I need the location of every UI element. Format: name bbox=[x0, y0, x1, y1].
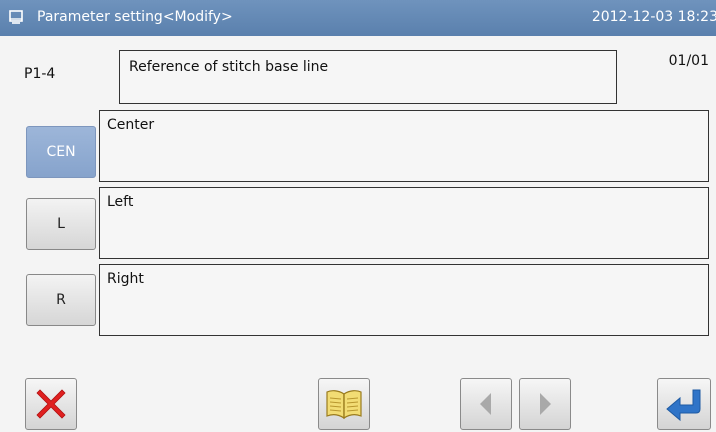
option-left-text: Left bbox=[107, 194, 134, 210]
enter-arrow-icon bbox=[666, 389, 701, 422]
triangle-left-icon bbox=[480, 393, 491, 415]
book-icon bbox=[326, 390, 362, 420]
option-right-button[interactable]: R bbox=[26, 274, 96, 326]
parameter-name: Reference of stitch base line bbox=[119, 50, 617, 104]
window-title: Parameter setting<Modify> bbox=[37, 9, 233, 25]
cancel-button[interactable] bbox=[25, 378, 77, 430]
parameter-id: P1-4 bbox=[24, 66, 56, 82]
close-x-icon bbox=[36, 389, 66, 419]
date-time: 2012-12-03 18:23 bbox=[591, 9, 716, 25]
option-left-description[interactable]: Left bbox=[99, 187, 709, 259]
manual-button[interactable] bbox=[318, 378, 370, 430]
option-left-button[interactable]: L bbox=[26, 198, 96, 250]
title-bar: Parameter setting<Modify> 2012-12-03 18:… bbox=[0, 0, 716, 36]
option-right-text: Right bbox=[107, 271, 144, 287]
option-left-label: L bbox=[57, 216, 65, 232]
enter-button[interactable] bbox=[657, 378, 711, 430]
option-right-description[interactable]: Right bbox=[99, 264, 709, 336]
next-page-button[interactable] bbox=[519, 378, 571, 430]
page-indicator: 01/01 bbox=[668, 53, 709, 69]
option-right-label: R bbox=[56, 292, 66, 308]
previous-page-button[interactable] bbox=[460, 378, 512, 430]
option-center-description[interactable]: Center bbox=[99, 110, 709, 182]
parameter-name-text: Reference of stitch base line bbox=[129, 59, 329, 75]
monitor-icon bbox=[9, 10, 23, 24]
option-center-button[interactable]: CEN bbox=[26, 126, 96, 178]
option-center-text: Center bbox=[107, 117, 155, 133]
triangle-right-icon bbox=[540, 393, 551, 415]
option-center-label: CEN bbox=[46, 144, 76, 160]
